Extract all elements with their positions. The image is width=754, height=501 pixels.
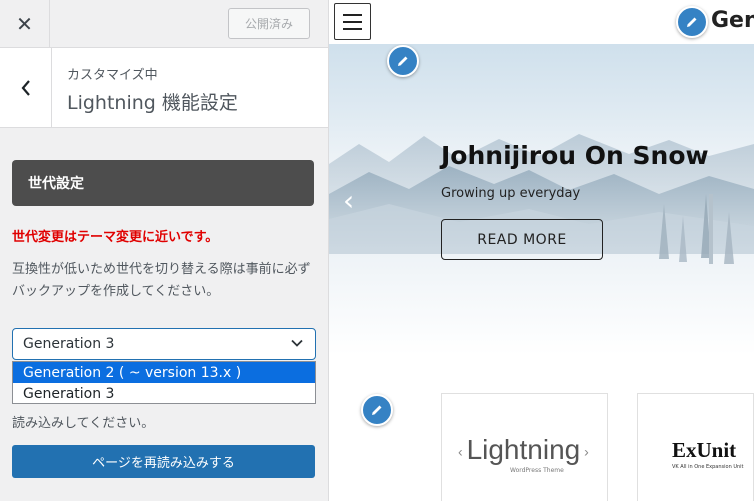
warning-text: 世代変更はテーマ変更に近いです。 [12, 230, 219, 245]
lightning-logo: ‹ Lightning › [458, 434, 589, 465]
hero-slider: ‹ Johnijirou On Snow Growing up everyday… [329, 44, 754, 355]
reload-page-button[interactable]: ページを再読み込みする [12, 445, 315, 478]
lightning-logo-text: Lightning [466, 434, 581, 465]
exunit-logo: ExUnit [672, 438, 737, 462]
edit-pencil-icon[interactable] [361, 394, 393, 426]
edit-pencil-icon[interactable] [387, 45, 419, 77]
generation-dropdown: Generation 2 ( ~ version 13.x ) Generati… [12, 361, 316, 404]
lightning-card[interactable]: ‹ Lightning › WordPress Theme [441, 393, 608, 501]
breadcrumb: カスタマイズ中 [67, 68, 158, 83]
customizer-sidebar: ✕ 公開済み カスタマイズ中 Lightning 機能設定 世代設定 世代変更は… [0, 0, 329, 501]
back-button[interactable] [0, 48, 52, 127]
description-text: 互換性が低いため世代を切り替える際は事前に必ずバックアップを作成してください。 [12, 262, 311, 299]
section-title: Lightning 機能設定 [67, 92, 238, 114]
option-generation-2[interactable]: Generation 2 ( ~ version 13.x ) [13, 362, 315, 383]
menu-line [343, 21, 362, 23]
exunit-card[interactable]: ExUnit VK All in One Expansion Unit [637, 393, 754, 501]
close-customizer-button[interactable]: ✕ [0, 0, 50, 47]
menu-button[interactable] [334, 3, 371, 40]
lightning-tagline: WordPress Theme [510, 467, 564, 474]
read-more-button[interactable]: READ MORE [441, 219, 603, 260]
slide-subtitle: Growing up everyday [441, 186, 581, 201]
section-header: カスタマイズ中 Lightning 機能設定 [0, 48, 328, 128]
slide-title: Johnijirou On Snow [441, 141, 709, 170]
exunit-tagline: VK All in One Expansion Unit [672, 464, 744, 470]
chevron-down-icon [291, 339, 303, 347]
option-generation-3[interactable]: Generation 3 [13, 383, 315, 404]
edit-pencil-icon[interactable] [676, 6, 708, 38]
site-preview: Gen ‹ Johnijirou On Snow Growing up ever… [329, 0, 754, 501]
generation-select-value: Generation 3 [23, 336, 115, 352]
publish-button[interactable]: 公開済み [228, 8, 310, 39]
customizer-header: ✕ 公開済み [0, 0, 328, 48]
reload-hint: 読み込みしてください。 [12, 416, 155, 431]
menu-line [343, 14, 362, 16]
generation-select[interactable]: Generation 3 [12, 328, 316, 360]
close-icon: ✕ [16, 11, 33, 36]
menu-line [343, 28, 362, 30]
preview-header: Gen [329, 0, 754, 44]
generation-heading: 世代設定 [12, 160, 314, 206]
slider-prev-icon[interactable]: ‹ [343, 184, 354, 217]
site-title[interactable]: Gen [711, 8, 754, 33]
chevron-left-icon [21, 79, 30, 96]
